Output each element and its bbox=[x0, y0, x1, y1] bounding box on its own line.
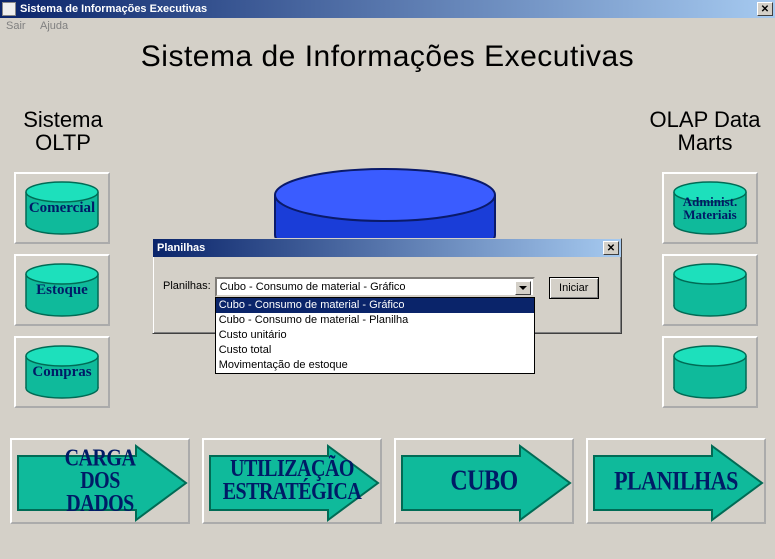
planilhas-dialog: Planilhas ✕ Planilhas: Cubo - Consumo de… bbox=[152, 238, 622, 334]
page-title: Sistema de Informações Executivas bbox=[0, 40, 775, 74]
menu-sair[interactable]: Sair bbox=[6, 20, 26, 32]
close-icon[interactable]: ✕ bbox=[757, 2, 773, 16]
oltp-estoque-button[interactable]: Estoque bbox=[14, 254, 110, 326]
window-title: Sistema de Informações Executivas bbox=[20, 3, 757, 15]
oltp-comercial-button[interactable]: Comercial bbox=[14, 172, 110, 244]
combo-option[interactable]: Cubo - Consumo de material - Gráfico bbox=[216, 298, 534, 313]
oltp-compras-label: Compras bbox=[32, 365, 91, 380]
window-titlebar: Sistema de Informações Executivas ✕ bbox=[0, 0, 775, 18]
olap-slot2-button[interactable] bbox=[662, 254, 758, 326]
dialog-close-icon[interactable]: ✕ bbox=[603, 241, 619, 255]
dialog-titlebar: Planilhas ✕ bbox=[153, 239, 621, 257]
dialog-title: Planilhas bbox=[155, 242, 603, 254]
arrow-utilizacao-button[interactable]: UTILIZAÇÃO ESTRATÉGICA bbox=[202, 438, 382, 524]
combobox-value: Cubo - Consumo de material - Gráfico bbox=[220, 281, 406, 293]
planilhas-label: Planilhas: bbox=[163, 280, 211, 292]
arrow-cubo-label: CUBO bbox=[450, 467, 517, 494]
combo-option[interactable]: Movimentação de estoque bbox=[216, 358, 534, 373]
olap-slot3-button[interactable] bbox=[662, 336, 758, 408]
arrow-carga-label: CARGA DOS DADOS bbox=[65, 447, 136, 515]
arrow-cubo-button[interactable]: CUBO bbox=[394, 438, 574, 524]
arrow-planilhas-button[interactable]: PLANILHAS bbox=[586, 438, 766, 524]
iniciar-button[interactable]: Iniciar bbox=[549, 277, 599, 299]
arrow-planilhas-label: PLANILHAS bbox=[614, 468, 738, 493]
menubar: Sair Ajuda bbox=[0, 18, 775, 36]
right-column-label: OLAP Data Marts bbox=[640, 108, 770, 154]
olap-admin-materiais-button[interactable]: Administ. Materiais bbox=[662, 172, 758, 244]
left-column-label: Sistema OLTP bbox=[8, 108, 118, 154]
arrow-utilizacao-label: UTILIZAÇÃO ESTRATÉGICA bbox=[223, 458, 362, 504]
app-icon bbox=[2, 2, 16, 16]
combo-option[interactable]: Custo total bbox=[216, 343, 534, 358]
oltp-compras-button[interactable]: Compras bbox=[14, 336, 110, 408]
olap-admin-materiais-label: Administ. Materiais bbox=[683, 195, 738, 221]
arrow-carga-dados-button[interactable]: CARGA DOS DADOS bbox=[10, 438, 190, 524]
combo-option[interactable]: Custo unitário bbox=[216, 328, 534, 343]
oltp-comercial-label: Comercial bbox=[29, 201, 95, 216]
planilhas-combobox[interactable]: Cubo - Consumo de material - Gráfico bbox=[215, 277, 535, 297]
oltp-estoque-label: Estoque bbox=[36, 283, 88, 298]
menu-ajuda[interactable]: Ajuda bbox=[40, 20, 68, 32]
combobox-dropdown: Cubo - Consumo de material - Gráfico Cub… bbox=[215, 297, 535, 374]
chevron-down-icon[interactable] bbox=[515, 281, 531, 295]
combo-option[interactable]: Cubo - Consumo de material - Planilha bbox=[216, 313, 534, 328]
